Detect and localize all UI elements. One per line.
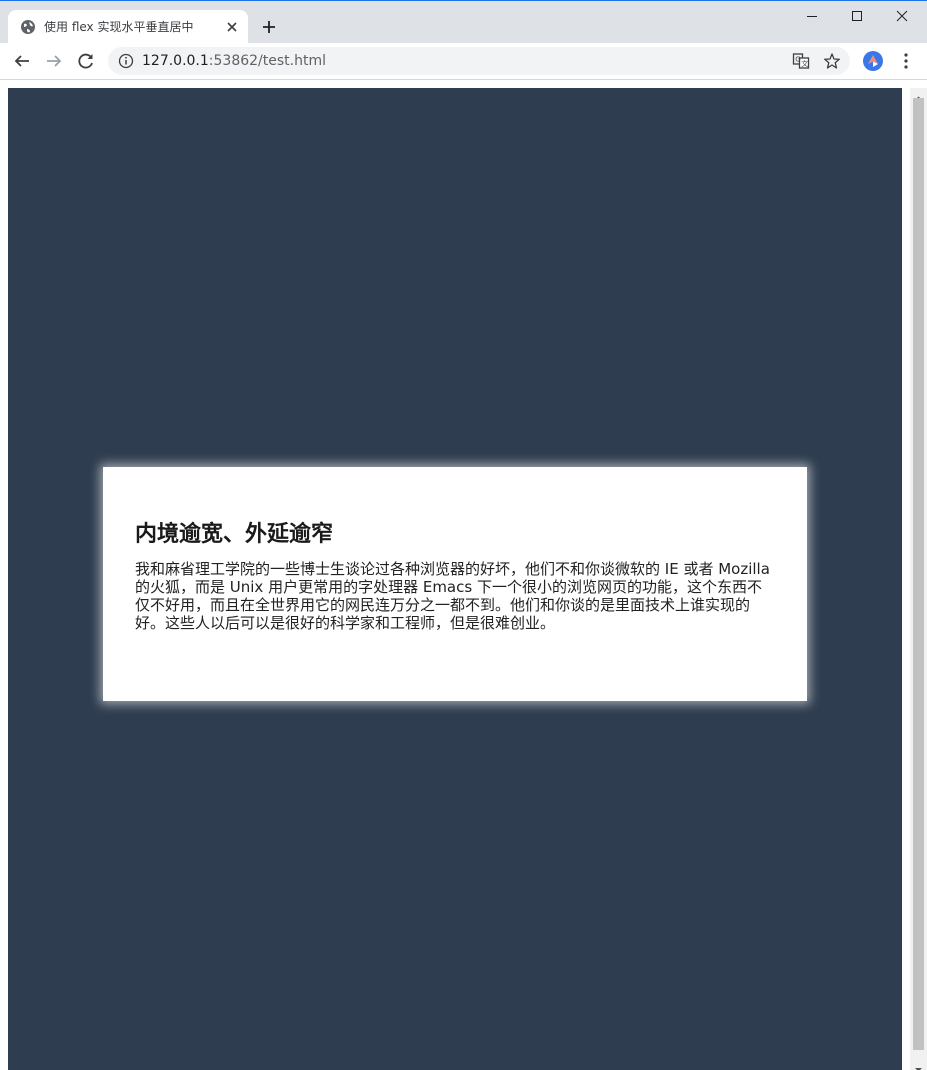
minimize-icon[interactable] xyxy=(790,2,835,32)
browser-window: 使用 flex 实现水平垂直居中 127.0.0.1:53862/test.ht… xyxy=(0,0,927,1070)
translate-icon[interactable]: G 文 xyxy=(792,52,810,70)
url-text[interactable]: 127.0.0.1:53862/test.html xyxy=(142,52,326,70)
more-vertical-icon[interactable] xyxy=(897,51,915,71)
card-paragraph: 我和麻省理工学院的一些博士生谈论过各种浏览器的好坏，他们不和你谈微软的 IE 或… xyxy=(135,560,770,632)
url-host: 127.0.0.1 xyxy=(142,53,209,69)
close-icon[interactable] xyxy=(224,19,240,35)
url-path: :53862/test.html xyxy=(208,53,326,69)
star-icon[interactable] xyxy=(823,52,841,70)
svg-text:文: 文 xyxy=(801,59,808,68)
toolbar-divider xyxy=(0,79,927,80)
arrow-left-icon[interactable] xyxy=(12,51,32,71)
globe-icon xyxy=(20,19,36,35)
info-icon[interactable] xyxy=(118,53,134,69)
maximize-icon[interactable] xyxy=(835,2,880,32)
tab-title: 使用 flex 实现水平垂直居中 xyxy=(44,20,194,34)
tab-strip: 使用 flex 实现水平垂直居中 xyxy=(0,1,927,44)
scroll-down-arrow-icon[interactable] xyxy=(910,1060,927,1070)
tab-active[interactable]: 使用 flex 实现水平垂直居中 xyxy=(8,10,248,44)
extension-avatar-icon[interactable] xyxy=(862,50,884,72)
browser-toolbar: 127.0.0.1:53862/test.html G 文 xyxy=(0,43,927,79)
plus-icon[interactable] xyxy=(258,16,280,38)
vertical-scrollbar[interactable] xyxy=(910,88,927,1070)
address-bar[interactable]: 127.0.0.1:53862/test.html G 文 xyxy=(108,47,850,75)
content-card: 内境逾宽、外延逾窄 我和麻省理工学院的一些博士生谈论过各种浏览器的好坏，他们不和… xyxy=(103,467,807,701)
scroll-up-arrow-icon[interactable] xyxy=(910,88,927,100)
arrow-right-icon[interactable] xyxy=(44,51,64,71)
scrollbar-thumb[interactable] xyxy=(913,98,924,1050)
reload-icon[interactable] xyxy=(76,51,96,71)
svg-text:G: G xyxy=(795,56,800,64)
card-title: 内境逾宽、外延逾窄 xyxy=(135,522,334,547)
page-viewport: 内境逾宽、外延逾窄 我和麻省理工学院的一些博士生谈论过各种浏览器的好坏，他们不和… xyxy=(8,88,902,1070)
close-icon[interactable] xyxy=(880,2,925,32)
